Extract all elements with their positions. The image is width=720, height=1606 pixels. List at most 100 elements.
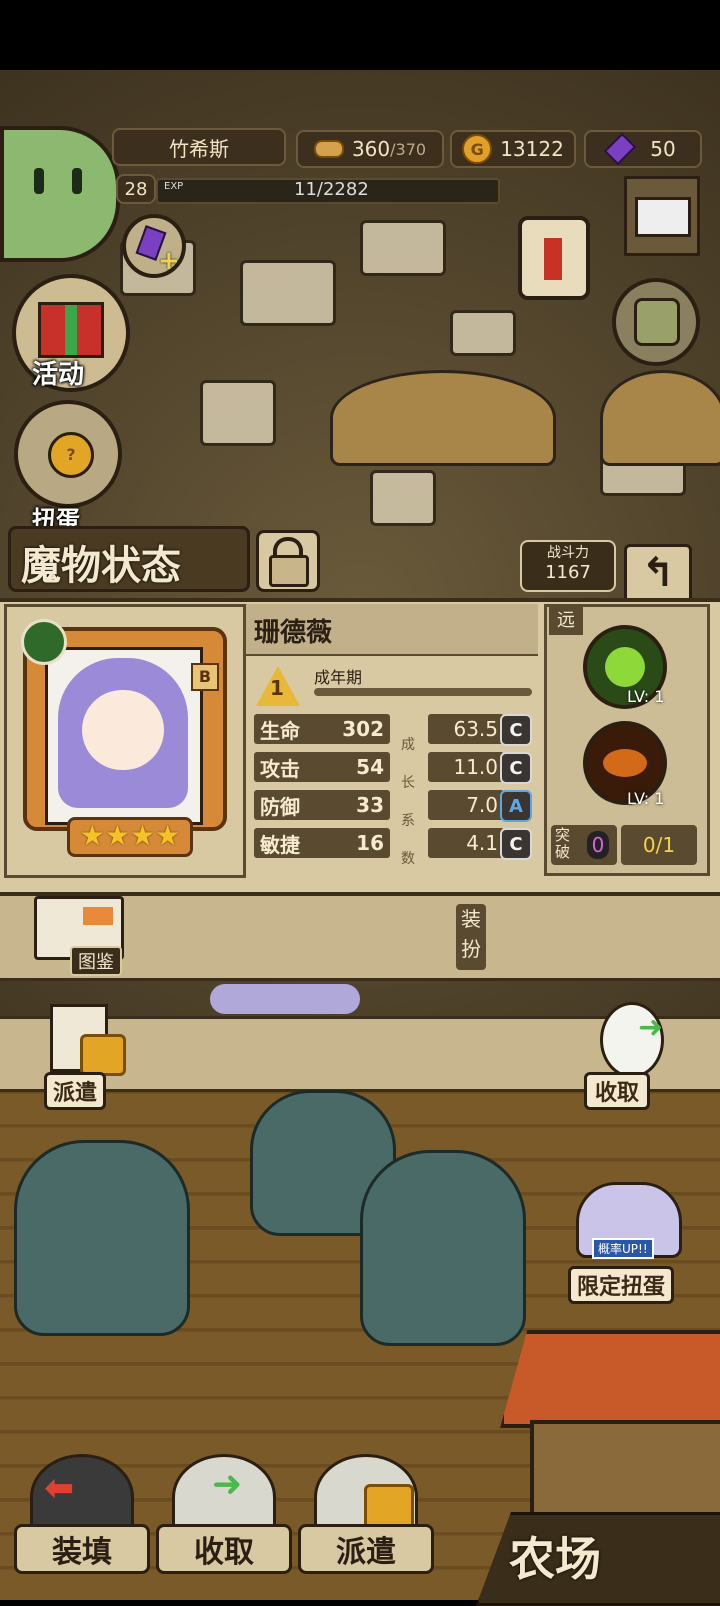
portrait-frame: B ★★★★ — [4, 604, 246, 878]
scroll-mark — [544, 238, 562, 280]
limited-gacha-button[interactable]: 概率UP!! 限定扭蛋 — [556, 1176, 696, 1304]
back-arrow-icon: ↰ — [641, 550, 675, 596]
food-counter[interactable]: 360/370 — [296, 130, 444, 168]
wind-skill-icon — [605, 647, 645, 687]
monster-face — [82, 690, 164, 770]
dispatch-label: 派遣 — [298, 1524, 434, 1574]
farm-button[interactable]: 农场 — [476, 1512, 720, 1606]
growth-grade-badge: C — [500, 828, 532, 860]
buy-gem-button[interactable]: + — [122, 214, 186, 278]
monster-sprite[interactable] — [14, 1140, 190, 1336]
status-title-plate: 魔物状态 — [8, 526, 250, 592]
farm-roof[interactable] — [500, 1330, 720, 1428]
codex-button[interactable]: 图鉴 — [28, 892, 128, 978]
gold-coin-icon: G — [462, 134, 493, 164]
wall-stone — [200, 380, 276, 446]
stat-value: 16 — [356, 831, 384, 855]
growth-value: 11.0 — [428, 752, 504, 782]
gold-counter[interactable]: G 13122 — [450, 130, 576, 168]
breakthrough-count: 0 — [587, 831, 609, 859]
plus-icon: + — [158, 246, 180, 276]
stat-value: 302 — [342, 717, 384, 741]
rate-up-banner: 概率UP!! — [592, 1238, 654, 1259]
growth-value: 4.1 — [428, 828, 504, 858]
star-rating: ★★★★ — [67, 817, 193, 857]
back-button[interactable]: ↰ — [624, 544, 692, 604]
gift-box-icon — [38, 302, 104, 358]
growth-char: 数 — [401, 851, 415, 867]
player-avatar[interactable] — [0, 126, 120, 262]
growth-char: 成 — [401, 737, 415, 753]
backpack-button[interactable] — [612, 278, 700, 366]
gold-value: 13122 — [500, 137, 564, 161]
monster-sprite[interactable] — [360, 1150, 526, 1346]
load-button[interactable]: ⬅ 装填 — [14, 1454, 150, 1574]
stat-row-hp: 生命 302 — [254, 714, 390, 744]
fire-skill-icon — [603, 749, 647, 777]
power-label: 战斗力 — [547, 545, 589, 561]
exp-label: EXP — [164, 181, 184, 192]
monster-name: 珊德薇 — [254, 618, 333, 648]
lock-button[interactable] — [256, 530, 320, 592]
dispatch-side-label: 派遣 — [44, 1072, 107, 1110]
stat-row-defense: 防御 33 — [254, 790, 390, 820]
player-name-plate: 竹希斯 — [112, 128, 286, 166]
stat-label: 敏捷 — [260, 832, 300, 857]
skill-2-level: LV: 1 — [627, 789, 665, 808]
stat-label: 防御 — [260, 794, 300, 819]
padlock-icon — [269, 555, 309, 587]
equip-tab[interactable]: 装扮 — [456, 904, 486, 970]
stat-label: 攻击 — [260, 756, 300, 781]
stat-label: 生命 — [260, 718, 300, 743]
red-arrow-icon: ⬅ — [44, 1468, 75, 1509]
growth-char: 系 — [401, 813, 415, 829]
book-picture — [83, 907, 113, 925]
coin-stack-icon — [80, 1034, 126, 1076]
green-arrow-icon: ➜ — [638, 1010, 664, 1045]
gem-value: 50 — [650, 137, 676, 161]
quest-scroll-button[interactable] — [504, 208, 604, 308]
growth-grade-badge: C — [500, 752, 532, 784]
dispatch-side-button[interactable]: 派遣 — [44, 1000, 128, 1110]
stage-label: 成年期 — [314, 668, 363, 687]
skills-panel: 远 LV: 1 LV: 1 突破 0 0/1 — [544, 604, 710, 876]
growth-char: 长 — [401, 775, 415, 791]
exp-bar: EXP 11/2282 — [156, 178, 500, 204]
exp-value: 11/2282 — [294, 179, 369, 200]
stat-row-attack: 攻击 54 — [254, 752, 390, 782]
wall-stone — [360, 220, 446, 276]
bread-icon — [313, 140, 344, 158]
dispatch-button[interactable]: 派遣 — [298, 1454, 434, 1574]
wall-stone — [450, 310, 516, 356]
collect-side-label: 收取 — [584, 1072, 651, 1110]
stat-row-agility: 敏捷 16 — [254, 828, 390, 858]
level-badge: 28 — [116, 174, 156, 204]
egg-nest[interactable] — [600, 370, 720, 466]
collect-button[interactable]: ➜ 收取 — [156, 1454, 292, 1574]
wall-stone — [240, 260, 336, 326]
equip-label: 装扮 — [461, 907, 481, 961]
gacha-button[interactable]: ? — [14, 400, 122, 508]
wall-stone — [370, 470, 436, 526]
envelope-icon — [635, 197, 691, 237]
limited-gacha-label: 限定扭蛋 — [568, 1266, 675, 1304]
gem-counter[interactable]: 50 — [584, 130, 702, 168]
status-title: 魔物状态 — [21, 543, 181, 589]
purple-gem-icon — [604, 132, 637, 166]
element-leaf-icon — [21, 619, 67, 665]
mail-button[interactable] — [624, 176, 700, 256]
green-arrow-icon: ➜ — [212, 1464, 243, 1505]
stage-progress-bar — [314, 688, 532, 696]
farm-barn[interactable] — [530, 1420, 720, 1518]
egg-nest[interactable] — [330, 370, 556, 466]
breakthrough-box: 突破 0 — [551, 825, 617, 865]
range-tag: 远 — [549, 607, 583, 635]
growth-value: 63.5 — [428, 714, 504, 744]
skill-1-level: LV: 1 — [627, 687, 665, 706]
monster-portrait — [45, 647, 203, 825]
collect-label: 收取 — [156, 1524, 292, 1574]
collect-side-button[interactable]: ➜ 收取 — [582, 1000, 682, 1110]
breakthrough-label: 突破 — [555, 826, 571, 861]
avatar-eye — [34, 168, 44, 194]
stage-number: 1 — [270, 676, 284, 700]
